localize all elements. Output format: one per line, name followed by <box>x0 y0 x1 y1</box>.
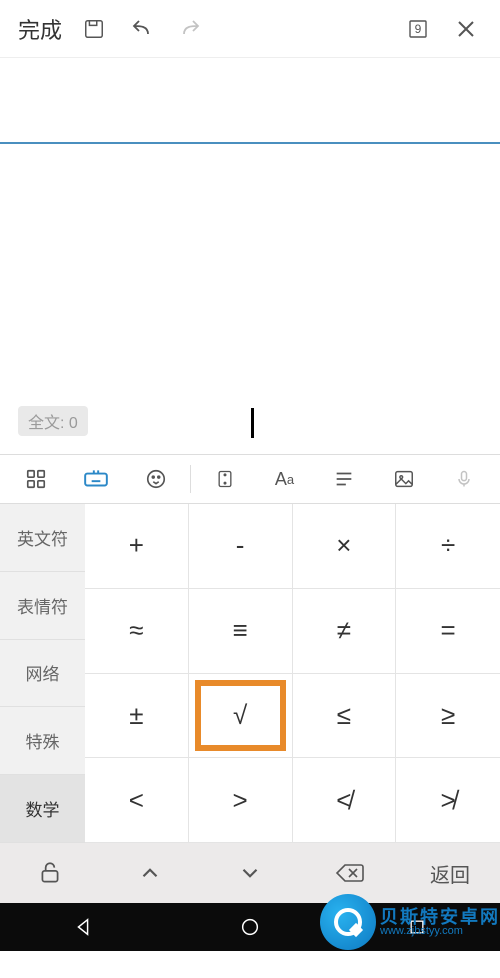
font-icon[interactable]: Aa <box>255 455 315 503</box>
nav-home-icon[interactable] <box>230 916 270 938</box>
category-tab[interactable]: 网络 <box>0 640 85 708</box>
mic-icon[interactable] <box>434 455 494 503</box>
symbol-key[interactable]: ÷ <box>396 504 500 589</box>
keyboard-bottom-row: 返回 <box>0 843 500 903</box>
category-tab[interactable]: 数学 <box>0 775 85 843</box>
nav-back-icon[interactable] <box>63 916 103 938</box>
apps-icon[interactable] <box>6 455 66 503</box>
category-list: 英文符表情符网络特殊数学 <box>0 504 85 843</box>
font-size-badge[interactable]: 9 <box>394 17 442 41</box>
redo-icon <box>166 17 214 41</box>
symbol-key[interactable]: ≥ <box>396 674 500 759</box>
lock-icon[interactable] <box>0 843 100 903</box>
fullscreen-icon[interactable] <box>195 455 255 503</box>
close-icon[interactable] <box>442 17 490 41</box>
symbol-key[interactable]: ≮ <box>293 758 397 843</box>
category-tab[interactable]: 特殊 <box>0 707 85 775</box>
symbol-key[interactable]: ≤ <box>293 674 397 759</box>
editor-body-area[interactable]: 全文: 0 <box>0 144 500 454</box>
symbol-key[interactable]: < <box>85 758 189 843</box>
symbol-key[interactable]: ≠ <box>293 589 397 674</box>
format-toolbar: Aa <box>0 454 500 504</box>
nav-recent-icon[interactable] <box>397 917 437 937</box>
editor-title-area[interactable] <box>0 58 500 144</box>
symbol-key[interactable]: = <box>396 589 500 674</box>
symbol-key[interactable]: ± <box>85 674 189 759</box>
text-cursor <box>251 408 254 438</box>
symbol-key[interactable]: - <box>189 504 293 589</box>
save-icon[interactable] <box>70 18 118 40</box>
keyboard-icon[interactable] <box>66 455 126 503</box>
symbol-grid: +-×÷ ≈≡≠= ±√≤≥ <>≮≯ <box>85 504 500 843</box>
done-button[interactable]: 完成 <box>10 13 70 45</box>
chevron-up-icon[interactable] <box>100 843 200 903</box>
symbol-key[interactable]: ≈ <box>85 589 189 674</box>
symbol-key[interactable]: + <box>85 504 189 589</box>
symbol-key[interactable]: ≯ <box>396 758 500 843</box>
word-count-badge: 全文: 0 <box>18 406 88 436</box>
backspace-icon[interactable] <box>300 843 400 903</box>
category-tab[interactable]: 表情符 <box>0 572 85 640</box>
chevron-down-icon[interactable] <box>200 843 300 903</box>
align-icon[interactable] <box>314 455 374 503</box>
top-toolbar: 完成 9 <box>0 0 500 58</box>
symbol-key[interactable]: × <box>293 504 397 589</box>
symbol-key[interactable]: > <box>189 758 293 843</box>
emoji-icon[interactable] <box>126 455 186 503</box>
category-tab[interactable]: 英文符 <box>0 504 85 572</box>
undo-icon[interactable] <box>118 17 166 41</box>
android-nav-bar <box>0 903 500 951</box>
symbol-key[interactable]: ≡ <box>189 589 293 674</box>
image-icon[interactable] <box>374 455 434 503</box>
symbol-key[interactable]: √ <box>189 674 293 759</box>
symbol-panel: 英文符表情符网络特殊数学 +-×÷ ≈≡≠= ±√≤≥ <>≮≯ <box>0 504 500 843</box>
return-button[interactable]: 返回 <box>400 843 500 903</box>
